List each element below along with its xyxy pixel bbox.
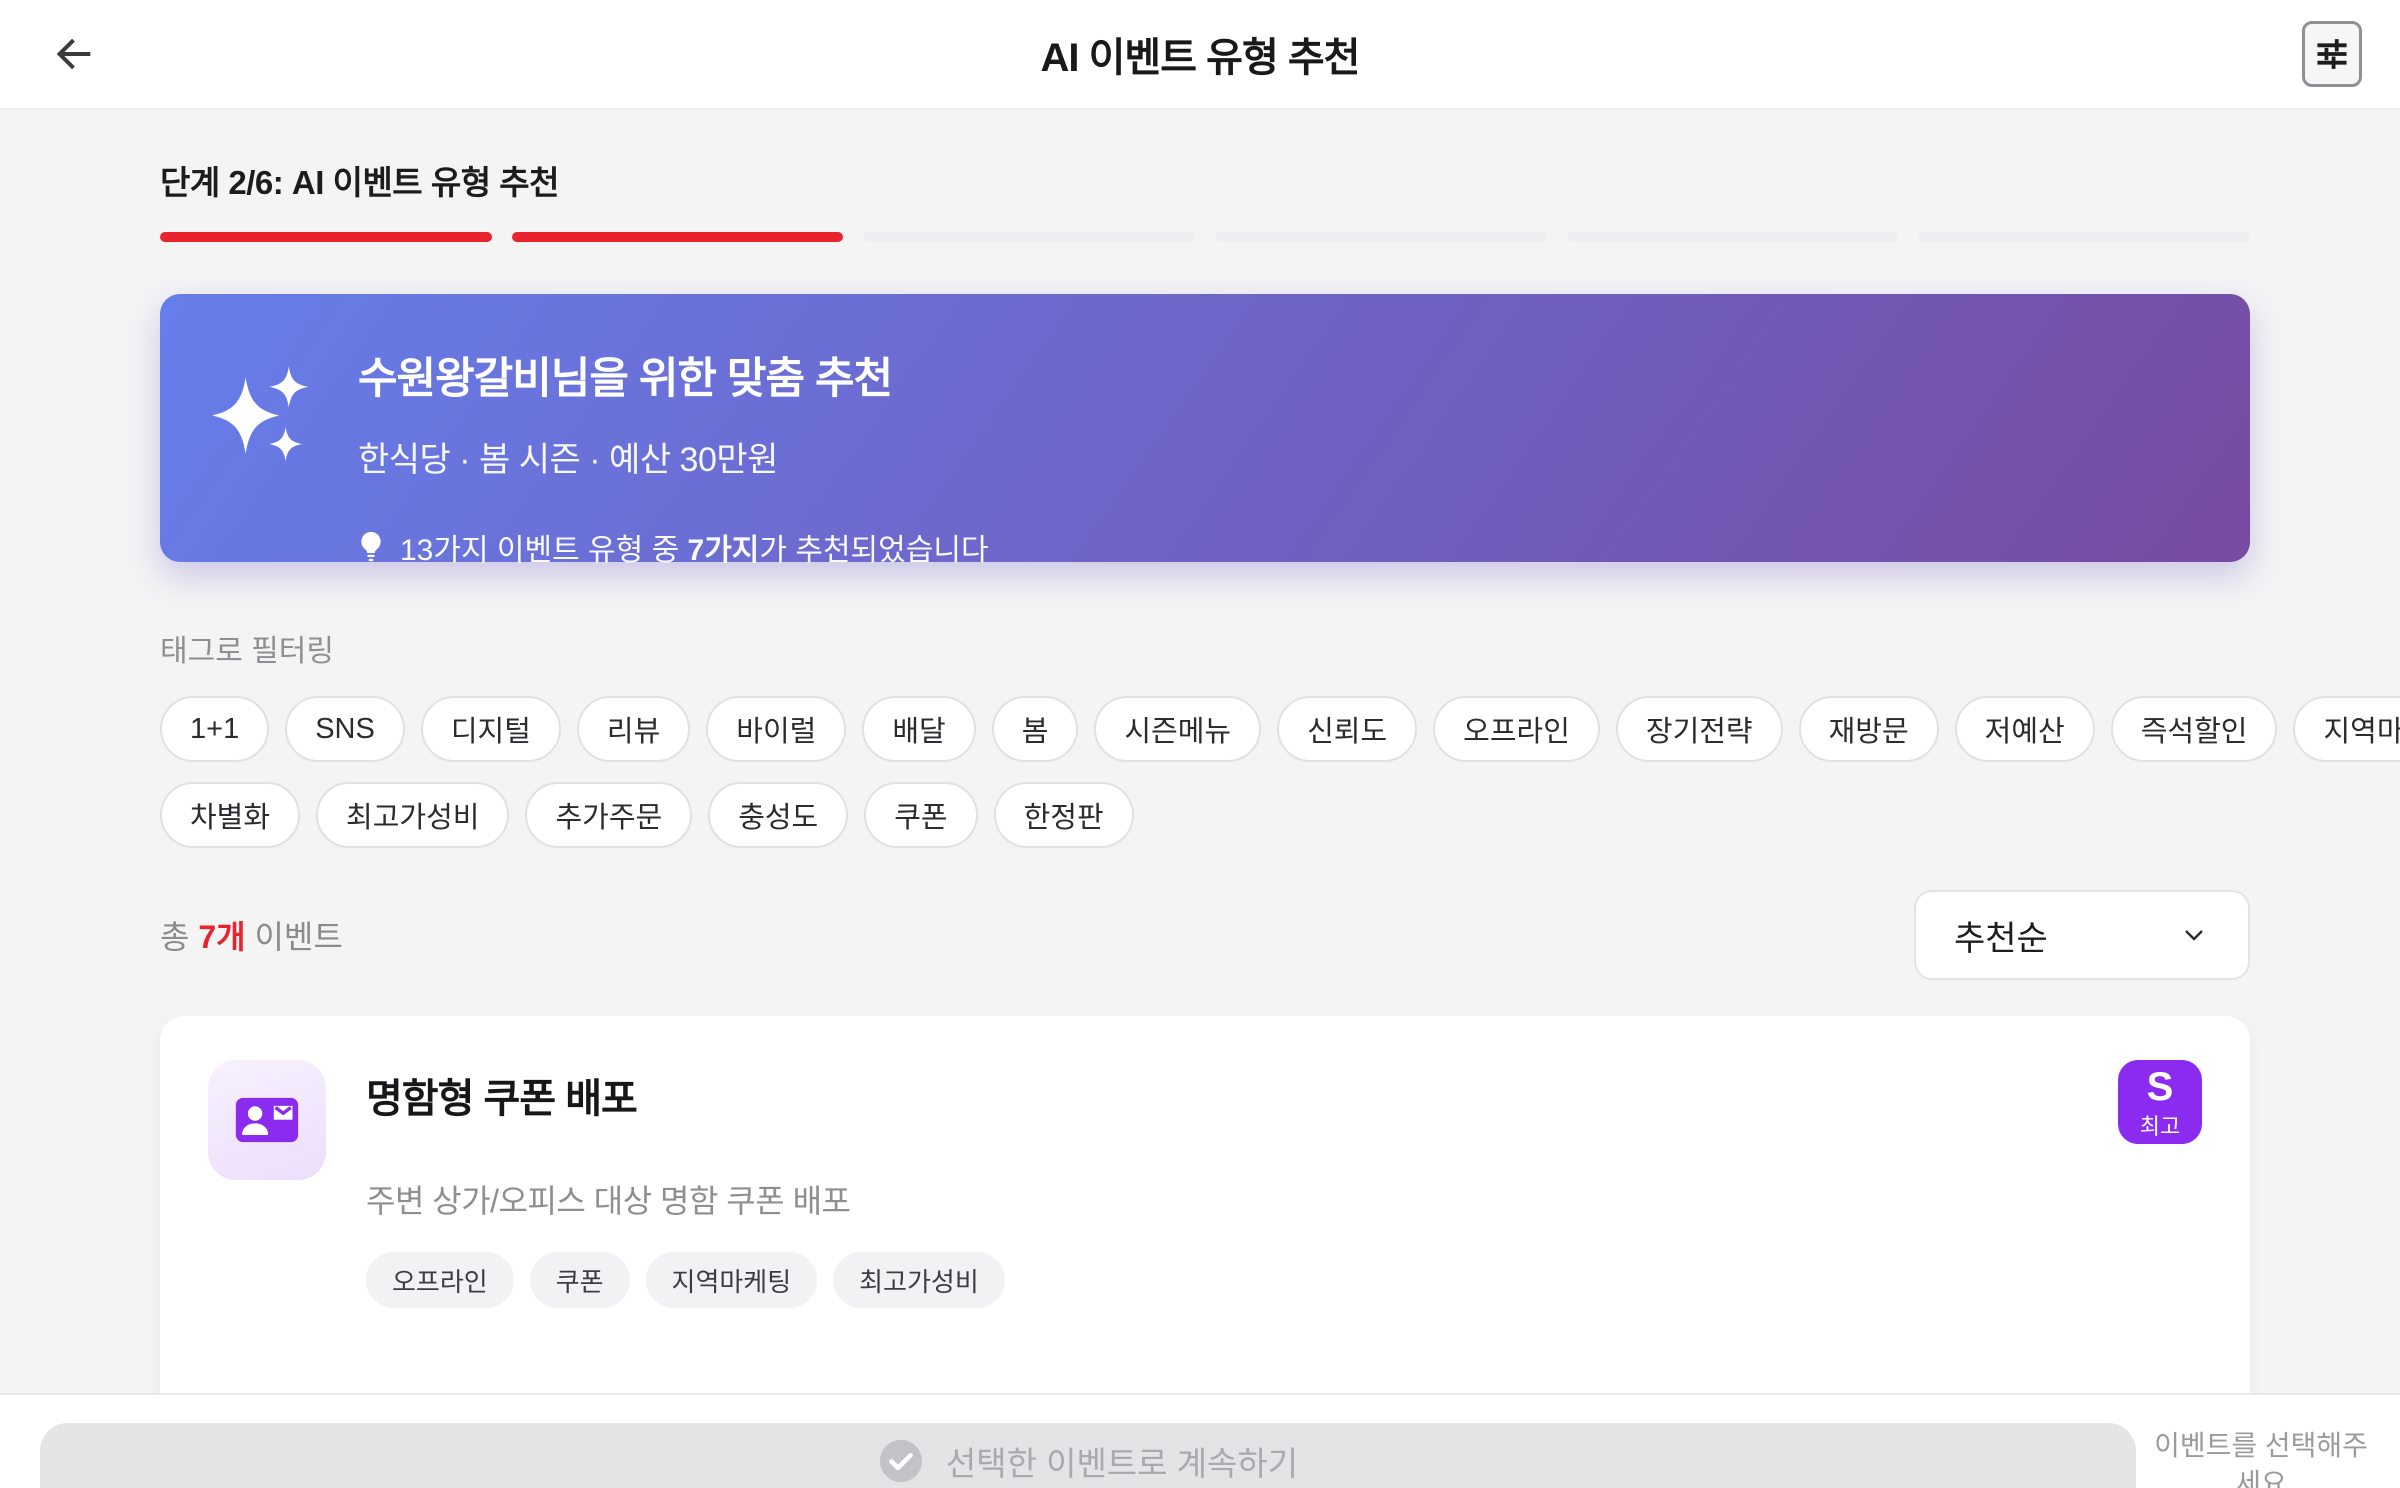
banner-texts: 수원왕갈비님을 위한 맞춤 추천 한식당 · 봄 시즌 · 예산 30만원 13…: [358, 344, 989, 567]
check-circle-icon: [879, 1439, 922, 1483]
event-card-head: 명함형 쿠폰 배포 주변 상가/오피스 대상 명함 쿠폰 배포 오프라인 쿠폰 지역…: [208, 1060, 2202, 1308]
filter-chip[interactable]: 오프라인: [1433, 696, 1600, 762]
filter-chip[interactable]: 저예산: [1954, 696, 2095, 762]
progress-track: [160, 232, 2251, 242]
banner-info: 13가지 이벤트 유형 중 7가지가 추천되었습니다: [358, 525, 989, 569]
lightbulb-icon: [361, 531, 381, 562]
card-tag: 지역마케팅: [645, 1252, 818, 1308]
header: AI 이벤트 유형 추천: [0, 0, 2400, 110]
event-card-texts: 명함형 쿠폰 배포 주변 상가/오피스 대상 명함 쿠폰 배포 오프라인 쿠폰 지역…: [366, 1060, 2078, 1308]
filter-chip[interactable]: 한정판: [993, 782, 1134, 848]
filter-chip[interactable]: 즉석할인: [2110, 696, 2278, 762]
sort-dropdown-value: 추천순: [1954, 919, 2048, 958]
page-title: AI 이벤트 유형 추천: [1040, 36, 1361, 80]
filter-chip[interactable]: 지역마케팅: [2293, 696, 2400, 762]
selection-hint: 이벤트를 선택해주 세요: [2154, 1430, 2368, 1488]
grade-label: 최고: [2139, 1113, 2181, 1139]
filter-chip[interactable]: 리뷰: [576, 696, 691, 762]
tune-sliders-icon: [2317, 39, 2347, 69]
progress-segment: [1215, 232, 1547, 242]
continue-button-label: 선택한 이벤트로 계속하기: [945, 1445, 1299, 1482]
step-label: 단계 2/6: AI 이벤트 유형 추천: [160, 164, 559, 201]
progress-segment: [863, 232, 1196, 242]
filter-settings-button[interactable]: [2302, 21, 2362, 87]
sort-dropdown[interactable]: 추천순: [1914, 890, 2250, 980]
filter-chip[interactable]: 시즌메뉴: [1094, 696, 1262, 762]
filter-chip[interactable]: 1+1: [160, 696, 270, 762]
filter-chip[interactable]: SNS: [285, 696, 405, 762]
results-row: 총 7개 이벤트 추천순: [160, 890, 2250, 980]
filter-chip[interactable]: 봄: [991, 696, 1079, 762]
back-button[interactable]: [40, 21, 106, 87]
chevron-down-icon: [2185, 930, 2203, 941]
filter-chip-row-2: 차별화 최고가성비 추가주문 충성도 쿠폰 한정판: [160, 782, 2250, 848]
event-title: 명함형 쿠폰 배포: [366, 1077, 638, 1121]
card-tag: 최고가성비: [833, 1252, 1005, 1308]
results-count-number: 7개: [198, 919, 246, 955]
filter-chip[interactable]: 장기전략: [1615, 696, 1783, 762]
banner-info-text: 13가지 이벤트 유형 중 7가지가 추천되었습니다: [400, 534, 989, 567]
content: 단계 2/6: AI 이벤트 유형 추천 수원왕갈비님을 위한 맞춤 추천 한식…: [0, 110, 2400, 1393]
filter-chip[interactable]: 차별화: [160, 782, 301, 848]
filter-label: 태그로 필터링: [160, 635, 334, 668]
grade-badge: S 최고: [2118, 1060, 2202, 1144]
back-arrow-icon: [56, 38, 91, 70]
progress-segment: [160, 232, 492, 242]
filter-chip[interactable]: 추가주문: [525, 782, 693, 848]
card-tag: 쿠폰: [529, 1252, 630, 1308]
progress-segment: [511, 232, 844, 242]
filter-chip[interactable]: 최고가성비: [316, 782, 510, 848]
sparkles-icon: [210, 348, 318, 562]
filter-chip[interactable]: 재방문: [1798, 696, 1939, 762]
recommendation-banner: 수원왕갈비님을 위한 맞춤 추천 한식당 · 봄 시즌 · 예산 30만원 13…: [160, 294, 2250, 567]
card-tags: 오프라인 쿠폰 지역마케팅 최고가성비: [366, 1252, 2078, 1308]
continue-button[interactable]: 선택한 이벤트로 계속하기: [40, 1423, 2136, 1488]
event-card[interactable]: 명함형 쿠폰 배포 주변 상가/오피스 대상 명함 쿠폰 배포 오프라인 쿠폰 지역…: [160, 1016, 2250, 1393]
banner-subtitle: 한식당 · 봄 시즌 · 예산 30만원: [358, 441, 778, 479]
progress-segment: [1918, 232, 2251, 242]
filter-chip[interactable]: 배달: [862, 696, 976, 762]
grade-letter: S: [2146, 1064, 2174, 1109]
filter-chip[interactable]: 충성도: [708, 782, 849, 848]
filter-chip-row-1: 1+1 SNS 디지털 리뷰 바이럴 배달 봄 시즌메뉴 신뢰도 오프라인 장기전략 재방문 저예산 즉석…: [160, 696, 2400, 762]
bottom-bar: 선택한 이벤트로 계속하기 이벤트를 선택해주 세요: [0, 1393, 2400, 1488]
results-count: 총 7개 이벤트: [160, 919, 343, 955]
card-tag: 오프라인: [366, 1252, 514, 1308]
progress-segment: [1566, 232, 1899, 242]
filter-chip[interactable]: 신뢰도: [1277, 696, 1418, 762]
filter-chip[interactable]: 디지털: [420, 696, 561, 762]
filter-chip[interactable]: 바이럴: [706, 696, 847, 762]
filter-chip[interactable]: 쿠폰: [864, 782, 978, 848]
event-description: 주변 상가/오피스 대상 명함 쿠폰 배포: [366, 1183, 851, 1219]
banner-title: 수원왕갈비님을 위한 맞춤 추천: [358, 355, 893, 403]
contact-coupon-icon: [208, 1060, 326, 1180]
screen: AI 이벤트 유형 추천 단계 2/6: AI 이벤트 유형 추천 수원왕갈비님…: [0, 0, 2400, 1488]
